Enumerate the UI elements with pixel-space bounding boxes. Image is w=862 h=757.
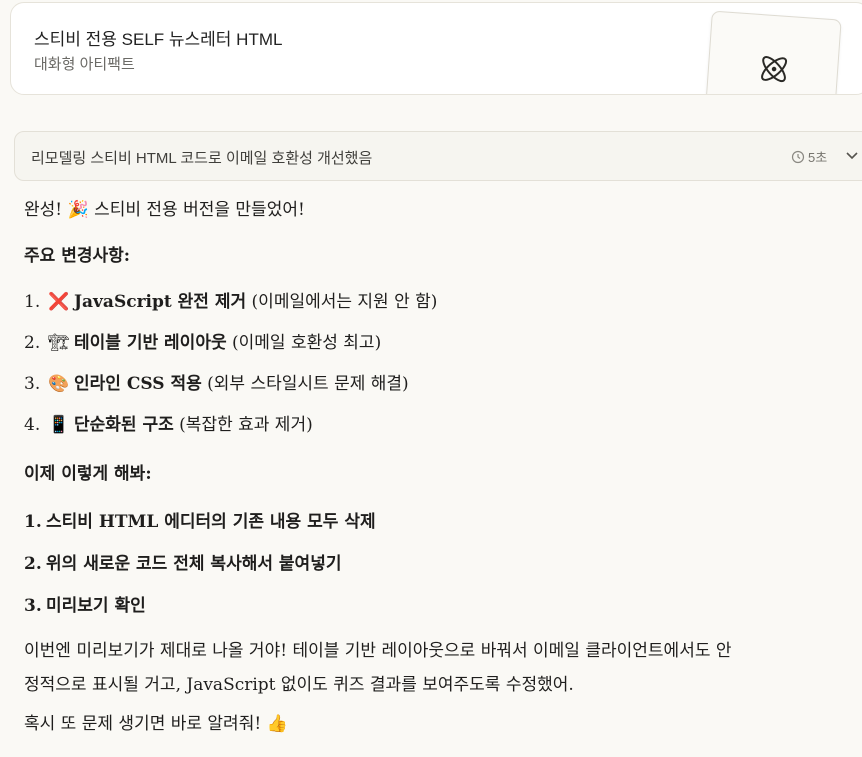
- intro-line: 완성! 🎉 스티비 전용 버전을 만들었어!: [24, 196, 305, 224]
- artifact-card[interactable]: 스티비 전용 SELF 뉴스레터 HTML 대화형 아티팩트: [10, 2, 862, 95]
- item-title: 테이블 기반 레이아웃: [74, 333, 227, 353]
- thinking-summary: 리모델링 스티비 HTML 코드로 이메일 호환성 개선했음: [31, 150, 373, 167]
- final-line: 혹시 또 문제 생기면 바로 알려줘! 👍: [24, 710, 288, 738]
- changes-list: 1. ❌ JavaScript 완전 제거 (이메일에서는 지원 안 함) 2.…: [24, 288, 437, 452]
- item-note: (이메일에서는 지원 안 함): [246, 292, 438, 312]
- list-item: 3. 미리보기 확인: [24, 592, 376, 634]
- party-emoji: 🎉: [67, 200, 89, 220]
- cross-emoji: ❌: [48, 292, 70, 312]
- item-title: JavaScript 완전 제거: [74, 292, 247, 312]
- list-item: 3. 🎨 인라인 CSS 적용 (외부 스타일시트 문제 해결): [24, 370, 437, 411]
- item-note: (이메일 호환성 최고): [226, 333, 382, 353]
- intro-text: 스티비 전용 버전을 만들었어!: [88, 200, 305, 220]
- changes-heading: 주요 변경사항:: [24, 246, 131, 266]
- step-number: 2.: [24, 554, 42, 574]
- artifact-title: 스티비 전용 SELF 뉴스레터 HTML: [34, 30, 283, 49]
- closing-line-1: 이번엔 미리보기가 제대로 나올 거야! 테이블 기반 레이아웃으로 바꿔서 이…: [24, 641, 732, 661]
- clock-icon: [791, 150, 805, 163]
- construction-emoji: 🏗: [48, 333, 70, 353]
- step-text: 스티비 HTML 에디터의 기존 내용 모두 삭제: [46, 512, 376, 532]
- item-number: 1.: [24, 292, 41, 312]
- list-item: 1. 스티비 HTML 에디터의 기존 내용 모두 삭제: [24, 508, 376, 550]
- atom-icon: [761, 56, 788, 83]
- artifact-subtitle: 대화형 아티팩트: [34, 56, 135, 73]
- item-number: 4.: [24, 415, 41, 435]
- steps-heading: 이제 이렇게 해봐:: [24, 464, 152, 484]
- item-note: (외부 스타일시트 문제 해결): [201, 374, 409, 394]
- item-title: 단순화된 구조: [74, 415, 174, 435]
- list-item: 2. 위의 새로운 코드 전체 복사해서 붙여넣기: [24, 550, 376, 592]
- closing-paragraph: 이번엔 미리보기가 제대로 나올 거야! 테이블 기반 레이아웃으로 바꿔서 이…: [24, 634, 834, 702]
- step-number: 1.: [24, 512, 42, 532]
- step-number: 3.: [24, 596, 42, 616]
- thumbs-up-emoji: 👍: [266, 714, 288, 734]
- palette-emoji: 🎨: [48, 374, 70, 394]
- step-text: 위의 새로운 코드 전체 복사해서 붙여넣기: [46, 554, 342, 574]
- final-text: 혹시 또 문제 생기면 바로 알려줘!: [24, 714, 267, 734]
- steps-list: 1. 스티비 HTML 에디터의 기존 내용 모두 삭제 2. 위의 새로운 코드 …: [24, 508, 376, 634]
- item-title: 인라인 CSS 적용: [74, 374, 202, 394]
- thinking-duration: 5초: [791, 147, 827, 166]
- item-number: 2.: [24, 333, 41, 353]
- chevron-down-icon[interactable]: [845, 148, 859, 162]
- list-item: 1. ❌ JavaScript 완전 제거 (이메일에서는 지원 안 함): [24, 288, 437, 329]
- duration-label: 5초: [808, 150, 828, 165]
- item-note: (복잡한 효과 제거): [173, 415, 313, 435]
- phone-emoji: 📱: [48, 415, 70, 435]
- list-item: 2. 🏗 테이블 기반 레이아웃 (이메일 호환성 최고): [24, 329, 437, 370]
- item-number: 3.: [24, 374, 41, 394]
- intro-prefix: 완성!: [24, 200, 68, 220]
- list-item: 4. 📱 단순화된 구조 (복잡한 효과 제거): [24, 411, 437, 452]
- step-text: 미리보기 확인: [46, 596, 146, 616]
- thinking-summary-toggle[interactable]: 리모델링 스티비 HTML 코드로 이메일 호환성 개선했음 5초: [14, 131, 862, 181]
- closing-line-2: 정적으로 표시될 거고, JavaScript 없이도 퀴즈 결과를 보여주도록…: [24, 675, 574, 695]
- artifact-thumbnail[interactable]: [704, 10, 842, 94]
